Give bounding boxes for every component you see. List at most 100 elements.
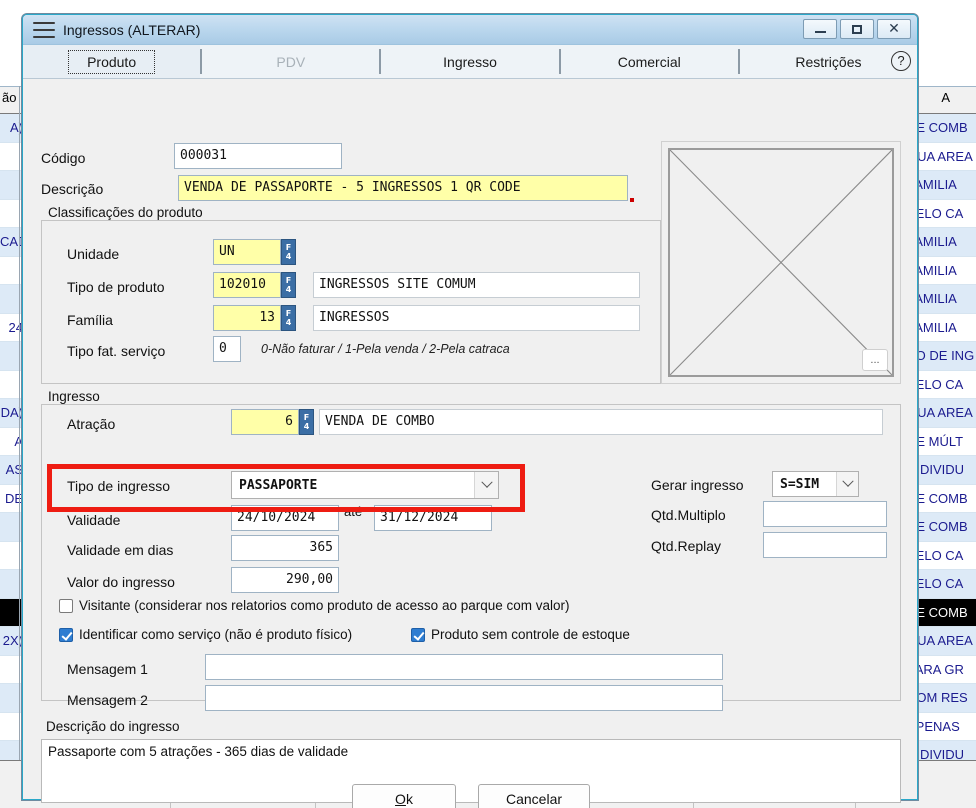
product-image-box[interactable]: ... bbox=[661, 141, 901, 384]
table-cell-left: CAD bbox=[0, 234, 24, 249]
tab-produto-label: Produto bbox=[68, 50, 155, 74]
familia-label: Família bbox=[67, 312, 113, 328]
image-cross-icon bbox=[670, 150, 892, 375]
codigo-input[interactable]: 000031 bbox=[174, 143, 342, 169]
tab-comercial-label: Comercial bbox=[618, 54, 681, 70]
descricao-ingresso-textarea[interactable]: Passaporte com 5 atrações - 365 dias de … bbox=[41, 739, 901, 803]
tipo-fat-servico-input[interactable]: 0 bbox=[213, 336, 241, 362]
familia-description: INGRESSOS bbox=[313, 305, 640, 331]
descricao-label: Descrição bbox=[41, 181, 103, 197]
tab-bar: Produto PDV Ingresso Comercial Restriçõe… bbox=[23, 45, 917, 79]
ingresso-group-title: Ingresso bbox=[45, 389, 103, 404]
visitante-checkbox-row[interactable]: Visitante (considerar nos relatorios com… bbox=[59, 598, 570, 613]
tab-produto[interactable]: Produto bbox=[23, 45, 200, 78]
table-cell-left: AS bbox=[0, 462, 24, 477]
unidade-f4-button[interactable]: F4 bbox=[281, 239, 296, 265]
mensagem2-input[interactable] bbox=[205, 685, 723, 711]
atracao-input[interactable]: 6 bbox=[231, 409, 299, 435]
chevron-down-icon[interactable] bbox=[474, 472, 498, 498]
identificar-servico-checkbox[interactable] bbox=[59, 628, 73, 642]
atracao-f4-button[interactable]: F4 bbox=[299, 409, 314, 435]
gerar-ingresso-chevron-down-icon[interactable] bbox=[836, 472, 858, 496]
tipo-produto-description: INGRESSOS SITE COMUM bbox=[313, 272, 640, 298]
cancel-button[interactable]: Cancelar bbox=[478, 784, 590, 808]
classificacoes-group-title: Classificações do produto bbox=[45, 205, 206, 220]
table-cell-left: A bbox=[0, 434, 24, 449]
tipo-produto-input[interactable]: 102010 bbox=[213, 272, 281, 298]
tipo-ingresso-value: PASSAPORTE bbox=[232, 478, 474, 493]
tipo-ingresso-label: Tipo de ingresso bbox=[67, 478, 170, 494]
mensagem1-label: Mensagem 1 bbox=[67, 661, 148, 677]
estoque-checkbox-row[interactable]: Produto sem controle de estoque bbox=[411, 627, 630, 642]
table-cell-left: A) bbox=[0, 120, 24, 135]
descricao-ingresso-title: Descrição do ingresso bbox=[43, 719, 183, 734]
descricao-input[interactable]: VENDA DE PASSAPORTE - 5 INGRESSOS 1 QR C… bbox=[178, 175, 628, 201]
tab-pdv-label: PDV bbox=[276, 54, 305, 70]
mensagem2-label: Mensagem 2 bbox=[67, 692, 148, 708]
ok-button-accel: O bbox=[395, 791, 406, 807]
validade-de-input[interactable]: 24/10/2024 bbox=[231, 505, 339, 531]
unidade-input[interactable]: UN bbox=[213, 239, 281, 265]
close-button[interactable]: ✕ bbox=[877, 19, 911, 39]
window-controls: ✕ bbox=[803, 19, 911, 39]
validade-ate-input[interactable]: 31/12/2024 bbox=[374, 505, 492, 531]
valor-ingresso-input[interactable]: 290,00 bbox=[231, 567, 339, 593]
tab-comercial[interactable]: Comercial bbox=[561, 45, 738, 78]
tipo-fat-servico-label: Tipo fat. serviço bbox=[67, 343, 165, 359]
table-cell-left: 24 bbox=[0, 320, 24, 335]
qtd-replay-input[interactable] bbox=[763, 532, 887, 558]
table-cell-left: DA) bbox=[0, 405, 24, 420]
atracao-description: VENDA DE COMBO bbox=[319, 409, 883, 435]
tab-restricoes-label: Restrições bbox=[795, 54, 861, 70]
dialog-title: Ingressos (ALTERAR) bbox=[63, 22, 200, 38]
minimize-button[interactable] bbox=[803, 19, 837, 39]
ingressos-dialog: Ingressos (ALTERAR) ✕ Produto PDV Ingres… bbox=[22, 14, 918, 800]
dialog-body: Código 000031 Descrição VENDA DE PASSAPO… bbox=[23, 79, 917, 799]
ok-button-rest: k bbox=[406, 791, 413, 807]
validade-dias-label: Validade em dias bbox=[67, 542, 173, 558]
qtd-multiplo-label: Qtd.Multiplo bbox=[651, 507, 726, 523]
tipo-produto-label: Tipo de produto bbox=[67, 279, 165, 295]
unidade-label: Unidade bbox=[67, 246, 119, 262]
validade-dias-input[interactable]: 365 bbox=[231, 535, 339, 561]
codigo-label: Código bbox=[41, 150, 85, 166]
qtd-multiplo-input[interactable] bbox=[763, 501, 887, 527]
tipo-ingresso-select[interactable]: PASSAPORTE bbox=[231, 471, 499, 499]
servico-checkbox-row[interactable]: Identificar como serviço (não é produto … bbox=[59, 627, 352, 642]
product-image-placeholder: ... bbox=[668, 148, 894, 377]
background-column-divider-left bbox=[19, 86, 20, 760]
validade-label: Validade bbox=[67, 512, 120, 528]
dialog-title-bar: Ingressos (ALTERAR) ✕ bbox=[23, 15, 917, 45]
mensagem1-input[interactable] bbox=[205, 654, 723, 680]
qtd-replay-label: Qtd.Replay bbox=[651, 538, 721, 554]
visitante-checkbox[interactable] bbox=[59, 599, 73, 613]
validade-ate-label: até bbox=[344, 504, 362, 519]
classificacoes-group bbox=[41, 220, 661, 384]
maximize-button[interactable] bbox=[840, 19, 874, 39]
tipo-fat-servico-note: 0-Não faturar / 1-Pela venda / 2-Pela ca… bbox=[261, 342, 510, 356]
gerar-ingresso-select[interactable]: S=SIM bbox=[772, 471, 859, 497]
background-header-right-label: A bbox=[941, 90, 950, 105]
sem-controle-estoque-checkbox[interactable] bbox=[411, 628, 425, 642]
table-cell-left: 2X) bbox=[0, 633, 24, 648]
background-header-left-label: ão bbox=[2, 90, 16, 105]
familia-input[interactable]: 13 bbox=[213, 305, 281, 331]
identificar-servico-label: Identificar como serviço (não é produto … bbox=[79, 627, 352, 642]
ok-button[interactable]: Ok bbox=[352, 784, 456, 808]
table-cell-left: DE bbox=[0, 491, 24, 506]
visitante-label: Visitante (considerar nos relatorios com… bbox=[79, 598, 570, 613]
sem-controle-estoque-label: Produto sem controle de estoque bbox=[431, 627, 630, 642]
tab-ingresso[interactable]: Ingresso bbox=[381, 45, 558, 78]
familia-f4-button[interactable]: F4 bbox=[281, 305, 296, 331]
tab-ingresso-label: Ingresso bbox=[443, 54, 497, 70]
hamburger-icon[interactable] bbox=[33, 22, 55, 38]
valor-ingresso-label: Valor do ingresso bbox=[67, 574, 175, 590]
required-marker bbox=[630, 198, 634, 202]
gerar-ingresso-label: Gerar ingresso bbox=[651, 477, 744, 493]
help-icon[interactable]: ? bbox=[891, 51, 911, 71]
tab-pdv[interactable]: PDV bbox=[202, 45, 379, 78]
atracao-label: Atração bbox=[67, 416, 115, 432]
tipo-produto-f4-button[interactable]: F4 bbox=[281, 272, 296, 298]
image-browse-button[interactable]: ... bbox=[862, 349, 888, 371]
gerar-ingresso-value: S=SIM bbox=[773, 477, 836, 492]
